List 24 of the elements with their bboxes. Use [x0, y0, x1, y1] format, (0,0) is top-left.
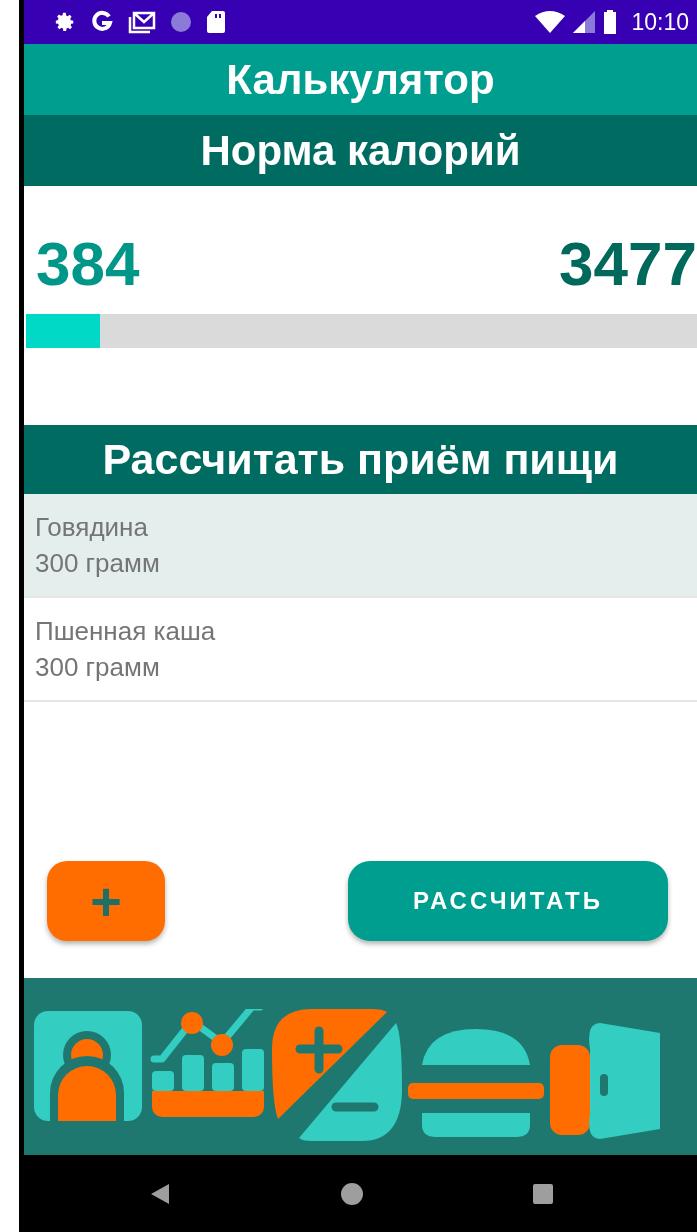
signal-icon: [573, 11, 596, 33]
consumed-calories: 384: [36, 228, 140, 300]
settings-icon: [54, 11, 76, 33]
food-name: Пшенная каша: [35, 615, 217, 648]
total-calories: 3477: [559, 228, 697, 300]
food-list-item[interactable]: Говядина 300 грамм: [24, 494, 697, 598]
calculate-button[interactable]: РАССЧИТАТЬ: [348, 861, 668, 941]
wifi-icon: [535, 11, 566, 33]
food-name: Говядина: [35, 511, 149, 544]
calculator-icon[interactable]: [272, 1009, 402, 1141]
mail-icon: [128, 10, 156, 34]
recents-icon[interactable]: [532, 1183, 553, 1204]
app-title: Калькулятор: [226, 55, 495, 104]
food-amount: 300 грамм: [35, 651, 161, 684]
clock-time: 10:10: [631, 8, 689, 36]
g-letter-icon: [90, 10, 114, 34]
sd-card-icon: [206, 10, 226, 34]
loading-icon: [170, 11, 192, 33]
section-title: Норма калорий: [200, 126, 521, 175]
battery-icon: [603, 10, 618, 34]
section-title: Рассчитать приём пищи: [102, 435, 619, 484]
food-amount: 300 грамм: [35, 547, 161, 580]
home-icon[interactable]: [339, 1181, 364, 1206]
add-button[interactable]: +: [47, 861, 165, 941]
